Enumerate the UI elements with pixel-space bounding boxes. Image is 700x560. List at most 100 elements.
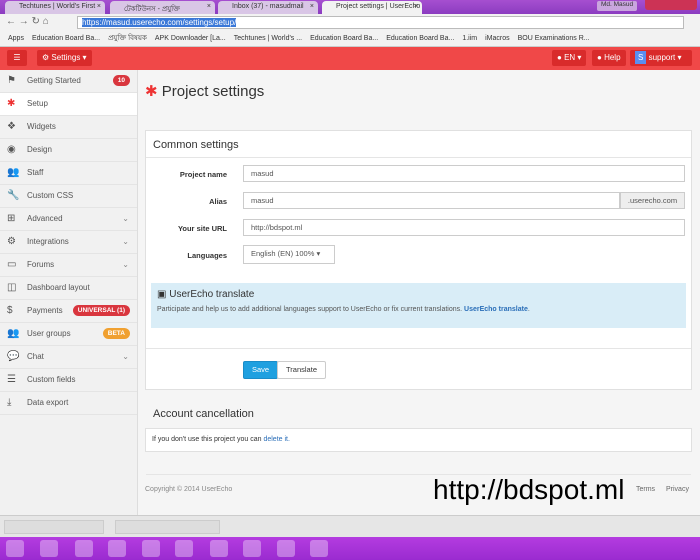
close-icon[interactable]: × <box>97 3 101 10</box>
language-dropdown[interactable]: ● EN ▾ <box>552 50 587 66</box>
browser-tab-strip: Techtunes | World's First × টেকটিউনস - প্… <box>0 0 700 14</box>
bookmark[interactable]: Education Board Ba... <box>386 35 454 42</box>
sidebar-item-chat[interactable]: 💬 Chat ⌄ <box>0 346 137 369</box>
back-icon[interactable]: ← → ↻ ⌂ <box>6 16 49 27</box>
sidebar-item-custom-css[interactable]: 🔧 Custom CSS <box>0 185 137 208</box>
bookmark[interactable]: প্রযুক্তি বিষয়ক <box>108 35 147 42</box>
bookmark[interactable]: Education Board Ba... <box>32 35 100 42</box>
start-icon[interactable] <box>6 540 24 557</box>
sidebar-icon: ❖ <box>7 121 16 132</box>
profile-button[interactable]: Md. Masud <box>597 1 638 11</box>
sidebar-item-getting-started[interactable]: ⚑ Getting Started 10 <box>0 70 137 93</box>
sidebar-item-custom-fields[interactable]: ☰ Custom fields <box>0 369 137 392</box>
badge: UNIVERSAL (1) <box>72 305 130 316</box>
window-controls[interactable] <box>645 0 697 10</box>
save-button[interactable]: Save <box>243 361 279 379</box>
translate-button[interactable]: Translate <box>277 361 326 379</box>
sidebar-item-integrations[interactable]: ⚙ Integrations ⌄ <box>0 231 137 254</box>
sidebar-icon: ⊞ <box>7 213 16 224</box>
language-label: EN ▾ <box>564 53 582 62</box>
app-icon[interactable] <box>175 540 193 557</box>
close-icon[interactable]: × <box>310 3 314 10</box>
translate-link[interactable]: UserEcho translate <box>464 306 528 313</box>
sidebar-icon: 🔧 <box>7 190 20 201</box>
sidebar-item-dashboard-layout[interactable]: ◫ Dashboard layout <box>0 277 137 300</box>
android-icon[interactable] <box>277 540 295 557</box>
sidebar-icon: 👥 <box>7 328 20 339</box>
bookmarks-bar: Apps Education Board Ba... প্রযুক্তি বিষয়… <box>0 31 700 47</box>
terms-link[interactable]: Terms <box>636 486 655 493</box>
sidebar-item-payments[interactable]: $ Payments UNIVERSAL (1) <box>0 300 137 323</box>
sidebar-item-label: Staff <box>27 168 44 177</box>
browser-tab[interactable]: Inbox (37) - masudmail × <box>218 1 318 14</box>
account-cancellation-title: Account cancellation <box>153 408 254 420</box>
delete-link[interactable]: delete it. <box>263 436 289 443</box>
download-item[interactable] <box>115 520 220 534</box>
app-icon[interactable] <box>108 540 126 557</box>
browser-tab[interactable]: Techtunes | World's First × <box>5 1 105 14</box>
ie-icon[interactable] <box>40 540 58 557</box>
explorer-icon[interactable] <box>75 540 93 557</box>
translate-text: Participate and help us to add additiona… <box>157 306 530 313</box>
browser-tab[interactable]: টেকটিউনস - প্রযুক্তি × <box>110 1 215 14</box>
bookmark[interactable]: iMacros <box>485 35 510 42</box>
user-menu[interactable]: S support ▾ <box>630 50 692 66</box>
sidebar-item-design[interactable]: ◉ Design <box>0 139 137 162</box>
translate-title-text: UserEcho translate <box>169 289 255 300</box>
app-icon[interactable] <box>243 540 261 557</box>
bookmark[interactable]: 1.iim <box>462 35 477 42</box>
alias-input[interactable]: masud <box>243 192 620 209</box>
bookmark[interactable]: APK Downloader [La... <box>155 35 226 42</box>
divider <box>146 348 691 349</box>
bookmark[interactable]: Techtunes | World's ... <box>234 35 302 42</box>
languages-dropdown[interactable]: English (EN) 100% ▾ <box>243 245 335 264</box>
menu-button[interactable]: ☰ <box>7 50 27 66</box>
bookmark[interactable]: BOU Examinations R... <box>518 35 590 42</box>
sidebar-item-staff[interactable]: 👥 Staff <box>0 162 137 185</box>
languages-label: Languages <box>187 251 227 260</box>
sidebar-item-user-groups[interactable]: 👥 User groups BETA <box>0 323 137 346</box>
sidebar-item-label: Custom fields <box>27 375 76 384</box>
app-icon[interactable] <box>310 540 328 557</box>
cancellation-panel: If you don't use this project you can de… <box>145 428 692 452</box>
download-item[interactable] <box>4 520 104 534</box>
sidebar-item-setup[interactable]: ✱ Setup <box>0 93 137 116</box>
settings-dropdown[interactable]: ⚙ Settings ▾ <box>37 50 92 66</box>
translate-title: ▣ UserEcho translate <box>157 289 680 300</box>
sidebar-item-widgets[interactable]: ❖ Widgets <box>0 116 137 139</box>
opera-icon[interactable] <box>210 540 228 557</box>
sidebar-item-label: Chat <box>27 352 44 361</box>
chevron-down-icon[interactable]: ⌄ <box>122 346 129 368</box>
taskbar <box>0 537 700 560</box>
page-title-text: Project settings <box>161 83 265 100</box>
translate-info-box: ▣ UserEcho translate Participate and hel… <box>151 283 686 328</box>
sidebar-item-forums[interactable]: ▭ Forums ⌄ <box>0 254 137 277</box>
chrome-icon[interactable] <box>142 540 160 557</box>
chevron-down-icon[interactable]: ⌄ <box>122 231 129 253</box>
bookmark[interactable]: Education Board Ba... <box>310 35 378 42</box>
close-icon[interactable]: × <box>414 3 418 10</box>
bookmark[interactable]: Apps <box>8 35 24 42</box>
privacy-link[interactable]: Privacy <box>666 486 689 493</box>
sidebar-icon: 💬 <box>7 351 20 362</box>
cancellation-text: If you don't use this project you can <box>152 436 262 443</box>
sidebar-item-data-export[interactable]: ⤓ Data export <box>0 392 137 415</box>
section-title: Common settings <box>153 139 239 151</box>
close-icon[interactable]: × <box>207 3 211 10</box>
project-name-input[interactable]: masud <box>243 165 685 182</box>
sidebar-item-label: Advanced <box>27 214 63 223</box>
tab-title: Project settings | UserEcho <box>336 3 421 10</box>
divider <box>146 157 691 158</box>
chevron-down-icon[interactable]: ⌄ <box>122 254 129 276</box>
sidebar-item-advanced[interactable]: ⊞ Advanced ⌄ <box>0 208 137 231</box>
translate-icon: ▣ <box>157 289 167 300</box>
site-url-input[interactable]: http://bdspot.ml <box>243 219 685 236</box>
browser-tab-active[interactable]: Project settings | UserEcho × <box>322 1 422 14</box>
sidebar-item-label: Data export <box>27 398 69 407</box>
sidebar-icon: ◫ <box>7 282 17 293</box>
tab-title: টেকটিউনস - প্রযুক্তি <box>124 6 180 13</box>
chevron-down-icon[interactable]: ⌄ <box>122 208 129 230</box>
url-input[interactable]: https://masud.userecho.com/settings/setu… <box>77 16 684 29</box>
sidebar-icon: ✱ <box>7 98 16 109</box>
help-button[interactable]: ● Help <box>592 50 626 66</box>
